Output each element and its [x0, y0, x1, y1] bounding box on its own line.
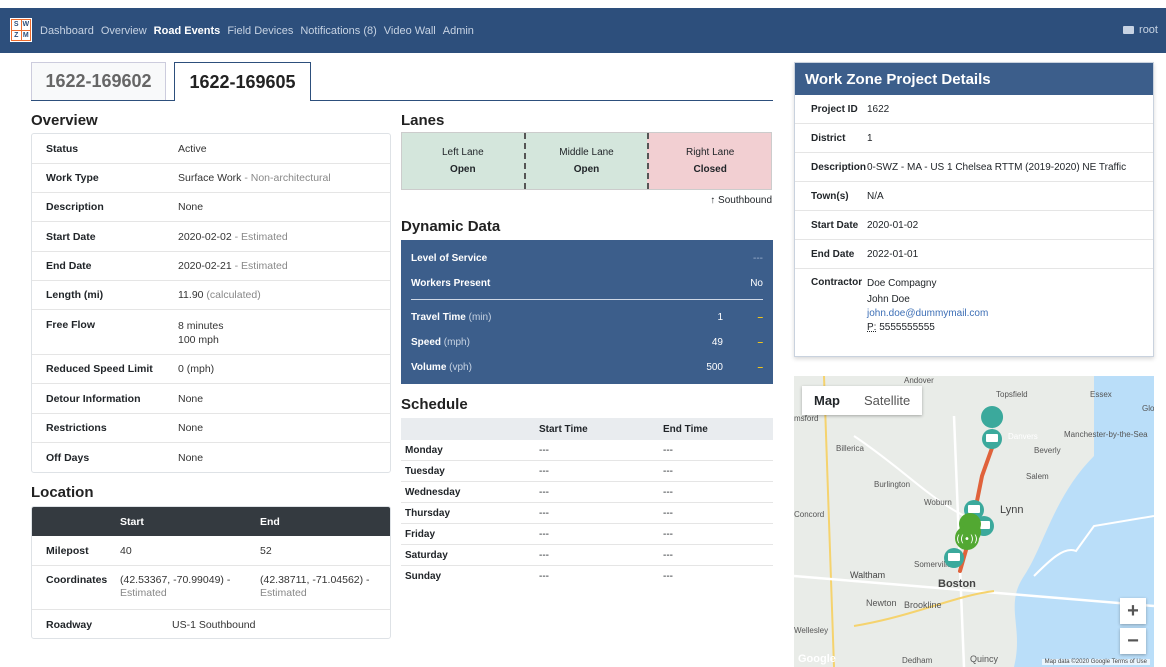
- overview-row: Off Days None: [46, 451, 204, 464]
- road-event-map[interactable]: Andover Topsfield Essex Glou msford Danv…: [794, 376, 1154, 667]
- lane-middle: Middle Lane Open: [523, 133, 648, 189]
- overview-row: Free Flow 8 minutes 100 mph: [32, 310, 390, 355]
- trend-icon: –: [757, 312, 763, 323]
- schedule-table: Start Time End Time Monday --- --- Tuesday -…: [401, 418, 773, 587]
- location-heading: Location: [31, 484, 94, 501]
- nav-dashboard[interactable]: Dashboard: [40, 25, 94, 37]
- map-tab-map[interactable]: Map: [802, 386, 852, 415]
- overview-row: End Date 2020-02-21 - Estimated: [32, 252, 390, 281]
- overview-row: Detour Information None: [32, 384, 390, 414]
- dynamic-row-speed: Speed (mph) 49–: [411, 337, 763, 348]
- location-row-roadway: Roadway US-1 Southbound: [46, 618, 256, 631]
- trend-icon: –: [757, 337, 763, 348]
- lane-left: Left Lane Open: [402, 133, 524, 189]
- dynamic-data-panel: Level of Service --- Workers Present No Tr…: [401, 240, 773, 384]
- lanes-heading: Lanes: [401, 112, 445, 129]
- schedule-row: Saturday --- ---: [401, 545, 773, 566]
- zoom-out-button[interactable]: −: [1120, 628, 1146, 654]
- schedule-heading: Schedule: [401, 396, 468, 413]
- overview-row: Description None: [32, 193, 390, 222]
- wz-row-district: District 1: [795, 124, 1153, 153]
- dynamic-row-los: Level of Service ---: [411, 253, 763, 264]
- dynamic-row-volume: Volume (vph) 500–: [411, 362, 763, 373]
- map-attribution[interactable]: Map data ©2020 Google Terms of Use: [1041, 659, 1150, 665]
- nav-field-devices[interactable]: Field Devices: [227, 25, 293, 37]
- map-tab-satellite[interactable]: Satellite: [852, 386, 922, 415]
- schedule-row: Monday --- ---: [401, 440, 773, 461]
- overview-heading: Overview: [31, 112, 98, 129]
- dynamic-data-heading: Dynamic Data: [401, 218, 501, 235]
- overview-row: Start Date 2020-02-02 - Estimated: [32, 222, 390, 252]
- location-table: Start End Milepost 40 52 Coordinates (42…: [31, 506, 391, 639]
- overview-row: Status Active: [32, 134, 390, 164]
- nav-admin[interactable]: Admin: [443, 25, 474, 37]
- nav-notifications[interactable]: Notifications (8): [300, 25, 376, 37]
- logo-letter: W: [21, 20, 30, 30]
- nav-overview[interactable]: Overview: [101, 25, 147, 37]
- schedule-row: Wednesday --- ---: [401, 482, 773, 503]
- wz-row-description: Description 0-SWZ - MA - US 1 Chelsea RTT…: [795, 153, 1153, 182]
- chat-icon: [1123, 26, 1135, 34]
- nav-road-events[interactable]: Road Events: [154, 25, 221, 37]
- lane-right: Right Lane Closed: [647, 133, 772, 189]
- logo-letter: Z: [12, 30, 21, 40]
- work-zone-details-title: Work Zone Project Details: [795, 63, 1153, 95]
- overview-row: Work Type Surface Work - Non-architectura…: [32, 164, 390, 193]
- wz-row-towns: Town(s) N/A: [795, 182, 1153, 211]
- swzm-logo[interactable]: S W Z M: [10, 18, 32, 42]
- wz-row-end-date: End Date 2022-01-01: [795, 240, 1153, 269]
- schedule-header: Start Time End Time: [401, 418, 773, 440]
- top-navbar: S W Z M Dashboard Overview Road Events F…: [0, 8, 1166, 53]
- lane-direction: ↑ Southbound: [710, 195, 772, 206]
- wz-row-start-date: Start Date 2020-01-02: [795, 211, 1153, 240]
- schedule-row: Friday --- ---: [401, 524, 773, 545]
- schedule-row: Thursday --- ---: [401, 503, 773, 524]
- main-nav: Dashboard Overview Road Events Field Dev…: [40, 8, 474, 53]
- logo-letter: S: [12, 20, 21, 30]
- dynamic-row-travel-time: Travel Time (min) 1–: [411, 312, 763, 323]
- trend-icon: –: [757, 362, 763, 373]
- dynamic-row-workers: Workers Present No: [411, 278, 763, 289]
- wz-row-contractor: Contractor Doe Compagny John Doe john.do…: [811, 277, 989, 333]
- user-menu[interactable]: root: [1123, 24, 1158, 36]
- schedule-row: Sunday --- ---: [405, 571, 673, 582]
- location-row-milepost: Milepost 40 52: [32, 536, 390, 566]
- zoom-in-button[interactable]: +: [1120, 598, 1146, 624]
- work-zone-details-card: Work Zone Project Details Project ID 1622…: [794, 62, 1154, 357]
- tab-event-169602[interactable]: 1622-169602: [31, 62, 166, 100]
- overview-table: Status Active Work Type Surface Work - Non…: [31, 133, 391, 473]
- event-tabs: 1622-169602 1622-169605: [31, 62, 773, 101]
- overview-row: Length (mi) 11.90 (calculated): [32, 281, 390, 310]
- schedule-row: Tuesday --- ---: [401, 461, 773, 482]
- nav-video-wall[interactable]: Video Wall: [384, 25, 436, 37]
- overview-row: Reduced Speed Limit 0 (mph): [32, 355, 390, 384]
- logo-letter: M: [21, 30, 30, 40]
- location-row-coordinates: Coordinates (42.53367, -70.99049) - Estim…: [32, 566, 390, 610]
- map-canvas: [794, 376, 1154, 667]
- wz-row-project-id: Project ID 1622: [795, 95, 1153, 124]
- google-logo: Google: [798, 653, 836, 665]
- contractor-email-link[interactable]: john.doe@dummymail.com: [867, 308, 988, 319]
- dynamic-divider: [411, 299, 763, 300]
- location-header: Start End: [32, 507, 390, 536]
- lanes-diagram: Left Lane Open Middle Lane Open Right Lane…: [401, 132, 772, 190]
- map-type-toggle: Map Satellite: [802, 386, 923, 415]
- user-name: root: [1139, 24, 1158, 36]
- tab-event-169605[interactable]: 1622-169605: [174, 62, 311, 101]
- overview-row: Restrictions None: [32, 414, 390, 443]
